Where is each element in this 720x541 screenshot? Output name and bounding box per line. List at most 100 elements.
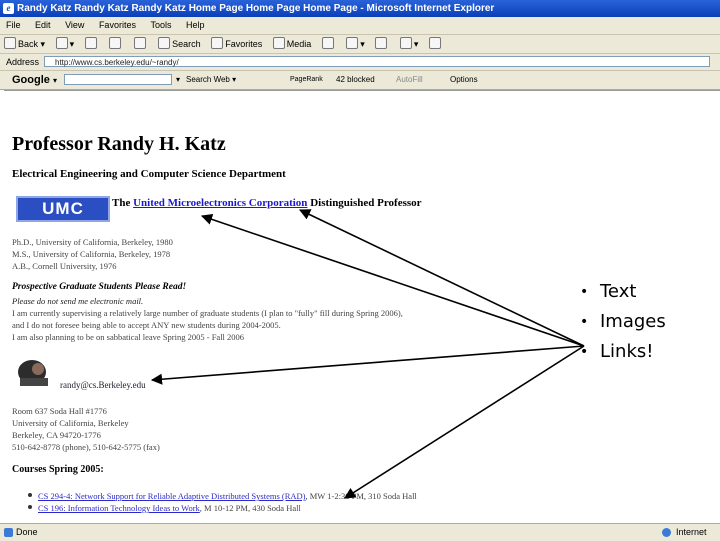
status-text: Done bbox=[16, 527, 38, 537]
favorites-label: Favorites bbox=[225, 39, 263, 49]
refresh-button[interactable] bbox=[105, 35, 127, 53]
course-item: CS 196: Information Technology Ideas to … bbox=[28, 503, 301, 513]
menu-help[interactable]: Help bbox=[180, 17, 211, 34]
slide-bullet-text: Images bbox=[600, 311, 666, 332]
address-line: University of California, Berkeley bbox=[12, 418, 129, 428]
internet-zone-icon bbox=[662, 528, 671, 537]
umc-title-line: The United Microelectronics Corporation … bbox=[112, 197, 422, 209]
bullet-dot: • bbox=[580, 284, 589, 300]
search-label: Search bbox=[172, 39, 201, 49]
slide-bullet-text: Text bbox=[600, 281, 637, 302]
search-web-button[interactable]: Search Web ▾ bbox=[186, 71, 236, 89]
slide-bullet-list: • Text • Images • Links! bbox=[580, 277, 666, 367]
menu-favorites[interactable]: Favorites bbox=[93, 17, 142, 34]
course-link[interactable]: CS 294-4: Network Support for Reliable A… bbox=[38, 491, 306, 501]
standard-toolbar: Back ▾ ▾ Search Favorites Media ▾ ▾ bbox=[0, 35, 720, 54]
back-button[interactable]: Back ▾ bbox=[0, 35, 49, 53]
media-label: Media bbox=[286, 39, 312, 49]
umc-prefix: The bbox=[112, 197, 131, 209]
home-button[interactable] bbox=[130, 35, 152, 53]
degree-line: Ph.D., University of California, Berkele… bbox=[12, 237, 173, 247]
history-icon bbox=[321, 37, 334, 49]
students-subheading: Please do not send me electronic mail. bbox=[12, 296, 144, 306]
search-icon bbox=[158, 37, 171, 49]
discuss-button[interactable] bbox=[425, 35, 447, 53]
stop-icon bbox=[84, 37, 97, 49]
slide-bullet: • Images bbox=[580, 307, 666, 337]
google-dropdown-button[interactable]: ▾ bbox=[176, 71, 180, 89]
edit-page-icon bbox=[399, 37, 412, 49]
bullet-dot: • bbox=[580, 314, 589, 330]
menu-file[interactable]: File bbox=[0, 17, 27, 34]
course-bullet bbox=[28, 493, 32, 497]
slide-bullet-text: Links! bbox=[600, 341, 654, 362]
menu-bar: File Edit View Favorites Tools Help bbox=[0, 17, 720, 35]
courses-heading: Courses Spring 2005: bbox=[12, 464, 104, 475]
menu-tools[interactable]: Tools bbox=[144, 17, 177, 34]
address-bar: Address http://www.cs.berkeley.edu/~rand… bbox=[0, 54, 720, 71]
address-line: Room 637 Soda Hall #1776 bbox=[12, 406, 107, 416]
course-details: , M 10-12 PM, 430 Soda Hall bbox=[199, 503, 301, 513]
students-line: and I do not foresee being able to accep… bbox=[12, 320, 281, 330]
menu-edit[interactable]: Edit bbox=[29, 17, 57, 34]
page-done-icon bbox=[4, 528, 13, 537]
students-line: I am also planning to be on sabbatical l… bbox=[12, 332, 245, 342]
forward-arrow-icon bbox=[55, 37, 68, 49]
course-link[interactable]: CS 196: Information Technology Ideas to … bbox=[38, 503, 200, 513]
page-title: Professor Randy H. Katz bbox=[12, 133, 226, 155]
slide-bullet: • Links! bbox=[580, 337, 666, 367]
favorites-button[interactable]: Favorites bbox=[207, 35, 266, 53]
popup-blocker-button[interactable]: 42 blocked bbox=[336, 71, 375, 89]
search-button[interactable]: Search bbox=[154, 35, 205, 53]
email-address: randy@cs.Berkeley.edu bbox=[60, 380, 146, 390]
window-title: Randy Katz Randy Katz Randy Katz Home Pa… bbox=[17, 3, 495, 14]
umc-suffix: Distinguished Professor bbox=[310, 197, 422, 209]
department-heading: Electrical Engineering and Computer Scie… bbox=[12, 168, 286, 180]
students-heading: Prospective Graduate Students Please Rea… bbox=[12, 282, 187, 292]
degree-line: M.S., University of California, Berkeley… bbox=[12, 249, 171, 259]
students-line: I am currently supervising a relatively … bbox=[12, 308, 403, 318]
back-label: Back bbox=[18, 39, 39, 49]
ie-icon: e bbox=[3, 3, 14, 14]
course-bullet bbox=[28, 505, 32, 509]
window-title-bar[interactable]: e Randy Katz Randy Katz Randy Katz Home … bbox=[0, 0, 720, 17]
address-line: Berkeley, CA 94720-1776 bbox=[12, 430, 101, 440]
mail-button[interactable]: ▾ bbox=[342, 35, 369, 53]
edit-button[interactable]: ▾ bbox=[396, 35, 423, 53]
portrait-image[interactable] bbox=[14, 356, 54, 388]
forward-button[interactable]: ▾ bbox=[52, 35, 79, 53]
media-button[interactable]: Media bbox=[269, 35, 316, 53]
google-logo-text: Google bbox=[12, 74, 50, 86]
security-zone: Internet bbox=[676, 527, 707, 537]
google-logo[interactable]: Google ▾ bbox=[12, 71, 57, 90]
print-icon bbox=[375, 37, 388, 49]
stop-button[interactable] bbox=[81, 35, 103, 53]
history-button[interactable] bbox=[318, 35, 340, 53]
mail-icon bbox=[346, 37, 359, 49]
popups-blocked-label: 42 blocked bbox=[336, 75, 375, 84]
degree-line: A.B., Cornell University, 1976 bbox=[12, 261, 117, 271]
media-icon bbox=[272, 37, 285, 49]
address-line: 510-642-8778 (phone), 510-642-5775 (fax) bbox=[12, 442, 160, 452]
discuss-icon bbox=[428, 37, 441, 49]
back-arrow-icon bbox=[4, 37, 16, 49]
umc-logo-image[interactable]: UMC bbox=[16, 196, 110, 222]
bullet-dot: • bbox=[580, 344, 589, 360]
menu-view[interactable]: View bbox=[59, 17, 90, 34]
course-details: , MW 1-2:30 PM, 310 Soda Hall bbox=[305, 491, 417, 501]
status-bar: Done Internet bbox=[0, 523, 720, 541]
print-button[interactable] bbox=[371, 35, 393, 53]
autofill-label: AutoFill bbox=[396, 75, 423, 84]
search-web-label: Search Web bbox=[186, 75, 230, 84]
options-label: Options bbox=[450, 75, 478, 84]
google-toolbar: Google ▾ ▾ Search Web ▾ PageRank 42 bloc… bbox=[0, 71, 720, 90]
options-button[interactable]: Options bbox=[450, 71, 478, 89]
autofill-button[interactable]: AutoFill bbox=[396, 71, 423, 89]
refresh-icon bbox=[109, 37, 122, 49]
pagerank-indicator[interactable]: PageRank bbox=[290, 71, 323, 89]
address-input[interactable]: http://www.cs.berkeley.edu/~randy/ bbox=[44, 56, 710, 67]
umc-link[interactable]: United Microelectronics Corporation bbox=[133, 197, 307, 209]
address-label: Address bbox=[6, 57, 40, 67]
course-item: CS 294-4: Network Support for Reliable A… bbox=[28, 491, 417, 501]
google-search-input[interactable] bbox=[64, 74, 172, 85]
